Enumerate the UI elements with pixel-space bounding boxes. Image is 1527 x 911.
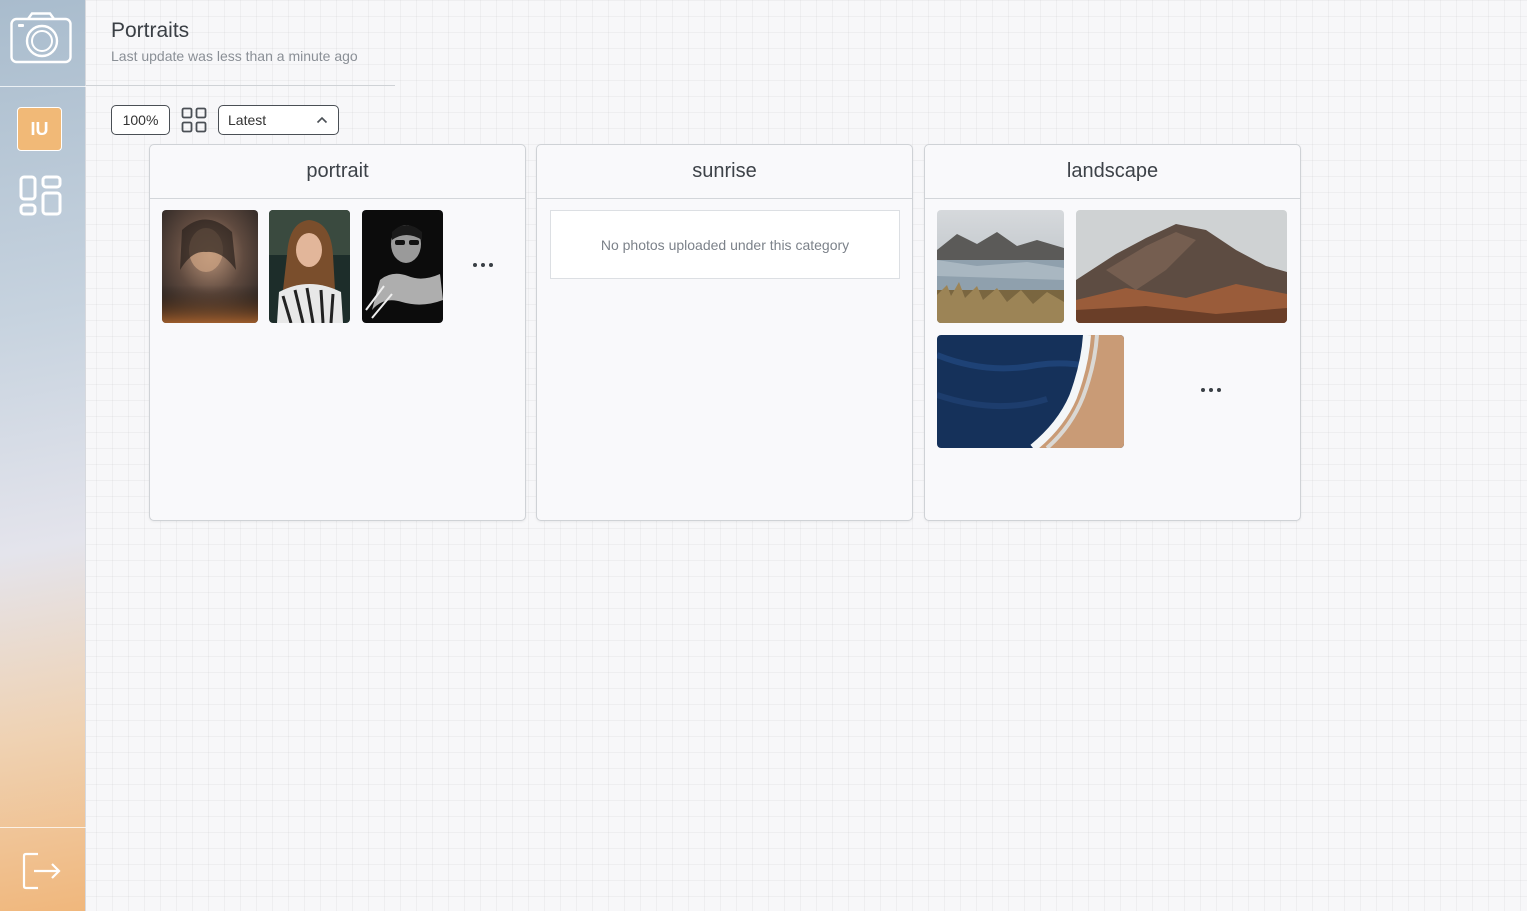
sort-select[interactable]: Latest — [218, 105, 339, 135]
sidebar: IU — [0, 0, 86, 911]
category-title: portrait — [150, 145, 525, 199]
more-photos-button[interactable] — [1191, 380, 1231, 400]
last-update-text: Last update was less than a minute ago — [111, 48, 358, 64]
avatar[interactable]: IU — [17, 107, 62, 151]
sidebar-divider — [0, 86, 86, 87]
page-title: Portraits — [111, 19, 190, 42]
zoom-button[interactable]: 100% — [111, 105, 170, 135]
dashboard-icon[interactable] — [19, 175, 63, 217]
grid-view-icon[interactable] — [181, 107, 207, 133]
more-photos-button[interactable] — [463, 255, 503, 275]
more-dot — [481, 263, 485, 267]
category-card-sunrise: sunrise No photos uploaded under this ca… — [536, 144, 913, 521]
category-title: landscape — [925, 145, 1300, 199]
portrait-photo-1[interactable] — [162, 210, 258, 323]
category-card-landscape: landscape — [924, 144, 1301, 521]
more-dot — [1201, 388, 1205, 392]
camera-icon — [10, 12, 72, 64]
chevron-up-icon — [316, 116, 328, 124]
empty-state-message: No photos uploaded under this category — [550, 210, 900, 279]
sidebar-divider-bottom — [0, 827, 86, 828]
more-dot — [1217, 388, 1221, 392]
category-card-portrait: portrait — [149, 144, 526, 521]
sort-select-value: Latest — [228, 112, 267, 128]
more-dot — [473, 263, 477, 267]
more-dot — [489, 263, 493, 267]
portrait-photo-2[interactable] — [269, 210, 350, 323]
landscape-photo-mountain[interactable] — [1076, 210, 1287, 323]
more-dot — [1209, 388, 1213, 392]
header-divider — [86, 85, 395, 86]
landscape-photo-lake[interactable] — [937, 210, 1064, 323]
logout-icon[interactable] — [22, 852, 62, 890]
portrait-photo-3[interactable] — [362, 210, 443, 323]
category-title: sunrise — [537, 145, 912, 199]
landscape-photo-ocean[interactable] — [937, 335, 1124, 448]
